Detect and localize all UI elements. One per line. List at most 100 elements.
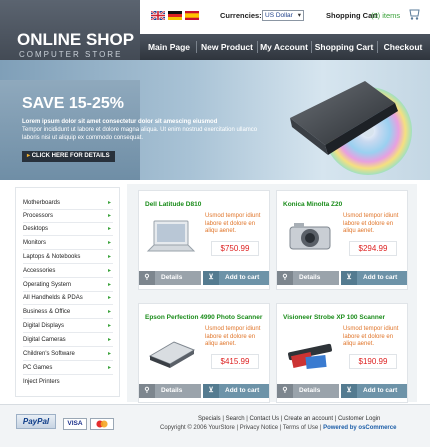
- nav-main-page[interactable]: Main Page: [144, 34, 194, 60]
- magnifier-icon: ⚲: [139, 271, 155, 285]
- logo-title: ONLINE SHOP: [17, 30, 135, 49]
- category-item[interactable]: Business & Office ▸: [23, 306, 113, 319]
- category-label: Children's Software: [23, 351, 75, 357]
- germany-flag-icon[interactable]: [168, 11, 182, 20]
- product-card: Konica Minolta Z20 Usmod tempor idiunt l…: [276, 190, 408, 290]
- product-card: Dell Latitude D810 Usmod tempor idiunt l…: [138, 190, 270, 290]
- category-label: Desktops: [23, 226, 49, 232]
- add-to-cart-label: Add to cart: [225, 274, 260, 281]
- add-to-cart-button[interactable]: ⊻ Add to cart: [341, 384, 407, 398]
- nav-my-account[interactable]: My Account: [258, 34, 310, 60]
- nav-shopping-cart[interactable]: Shopping Cart: [312, 34, 376, 60]
- category-label: Business & Office: [23, 309, 71, 315]
- category-item[interactable]: Accessories ▸: [23, 265, 113, 278]
- add-to-cart-button[interactable]: ⊻ Add to cart: [203, 384, 269, 398]
- product-description: Usmod tempor idiunt labore et dolore en …: [205, 326, 261, 347]
- cart-icon: ⊻: [203, 384, 219, 398]
- uk-flag-icon[interactable]: [151, 11, 165, 20]
- scanner-product-image[interactable]: [282, 328, 338, 372]
- category-item[interactable]: Desktops ▸: [23, 223, 113, 236]
- add-to-cart-label: Add to cart: [363, 387, 398, 394]
- category-label: All Handhelds & PDAs: [23, 295, 83, 301]
- category-item[interactable]: Operating System ▸: [23, 279, 113, 292]
- add-to-cart-button[interactable]: ⊻ Add to cart: [203, 271, 269, 285]
- footer-links[interactable]: Specials | Search | Contact Us | Create …: [198, 416, 380, 422]
- chevron-right-icon: ▸: [107, 254, 111, 260]
- add-to-cart-label: Add to cart: [225, 387, 260, 394]
- product-actions: ⚲ Details ⊻ Add to cart: [139, 384, 271, 398]
- chevron-right-icon: ▸: [107, 240, 111, 246]
- currency-select-value: US Dollar: [265, 12, 293, 19]
- chevron-right-icon: ▸: [107, 309, 111, 315]
- spain-flag-icon[interactable]: [185, 11, 199, 20]
- category-label: Motherboards: [23, 200, 61, 206]
- logo-subtitle: COMPUTER STORE: [19, 50, 123, 59]
- banner-button-label: CLICK HERE FOR DETAILS: [31, 153, 110, 159]
- category-label: Monitors: [23, 240, 47, 246]
- category-item[interactable]: Processors ▸: [23, 210, 113, 223]
- chevron-right-icon: ▸: [107, 282, 111, 288]
- scanner-product-image[interactable]: [144, 328, 200, 372]
- category-item[interactable]: PC Games ▸: [23, 362, 113, 375]
- product-title[interactable]: Visioneer Strobe XP 100 Scanner: [283, 314, 385, 321]
- category-label: Accessories: [23, 268, 56, 274]
- category-item[interactable]: Inject Printers: [23, 376, 113, 389]
- chevron-right-icon: ▸: [107, 200, 111, 206]
- product-actions: ⚲ Details ⊻ Add to cart: [277, 384, 409, 398]
- copyright-text: Copyright © 2006 YourStore | Privacy Not…: [160, 425, 324, 431]
- magnifier-icon: ⚲: [277, 384, 293, 398]
- product-card: Visioneer Strobe XP 100 Scanner Usmod te…: [276, 303, 408, 403]
- powered-by-link[interactable]: Powered by osCommerce: [323, 425, 396, 431]
- product-price: $415.99: [211, 354, 259, 369]
- currencies-label: Currencies:: [220, 11, 262, 20]
- details-button[interactable]: ⚲ Details: [277, 384, 339, 398]
- category-item[interactable]: Motherboards ▸: [23, 197, 113, 210]
- laptop-disc-image: [290, 81, 412, 175]
- product-description: Usmod tempor idiunt labore et dolore en …: [205, 213, 261, 234]
- cart-icon[interactable]: [408, 7, 422, 21]
- laptop-product-image[interactable]: [144, 215, 200, 259]
- add-to-cart-label: Add to cart: [363, 274, 398, 281]
- product-title[interactable]: Dell Latitude D810: [145, 201, 201, 208]
- chevron-right-icon: ▸: [107, 295, 111, 301]
- product-description: Usmod tempor idiunt labore et dolore en …: [343, 213, 399, 234]
- visa-logo: VISA: [63, 418, 87, 430]
- product-actions: ⚲ Details ⊻ Add to cart: [277, 271, 409, 285]
- category-item[interactable]: All Handhelds & PDAs ▸: [23, 292, 113, 305]
- product-title[interactable]: Konica Minolta Z20: [283, 201, 342, 208]
- details-label: Details: [299, 274, 321, 281]
- currency-select[interactable]: US Dollar ▾: [262, 10, 304, 21]
- click-here-for-details-button[interactable]: ▸ CLICK HERE FOR DETAILS: [22, 151, 115, 162]
- nav-new-product[interactable]: New Product: [198, 34, 256, 60]
- details-button[interactable]: ⚲ Details: [139, 384, 201, 398]
- category-item[interactable]: Digital Displays ▸: [23, 320, 113, 333]
- details-button[interactable]: ⚲ Details: [277, 271, 339, 285]
- category-sidebar: Motherboards ▸ Processors ▸ Desktops ▸ Moni…: [15, 187, 120, 397]
- category-item[interactable]: Monitors ▸: [23, 237, 113, 250]
- chevron-right-icon: ▸: [107, 213, 111, 219]
- cart-count: (0) items: [371, 11, 401, 20]
- camera-product-image[interactable]: [282, 215, 338, 259]
- main-nav: Main Page New Product My Account Shoppin…: [140, 34, 430, 60]
- chevron-right-icon: ▸: [107, 365, 111, 371]
- add-to-cart-button[interactable]: ⊻ Add to cart: [341, 271, 407, 285]
- details-label: Details: [299, 387, 321, 394]
- nav-divider: [196, 41, 197, 53]
- category-item[interactable]: Digital Cameras ▸: [23, 334, 113, 347]
- banner-copy-bold: Lorem ipsum dolor sit amet consectetur d…: [22, 119, 218, 125]
- chevron-down-icon: ▾: [297, 12, 301, 19]
- product-card: Epson Perfection 4990 Photo Scanner Usmo…: [138, 303, 270, 403]
- product-title[interactable]: Epson Perfection 4990 Photo Scanner: [145, 314, 262, 321]
- product-price: $750.99: [211, 241, 259, 256]
- nav-checkout[interactable]: Checkout: [378, 34, 428, 60]
- product-actions: ⚲ Details ⊻ Add to cart: [139, 271, 271, 285]
- cart-icon: ⊻: [341, 271, 357, 285]
- details-button[interactable]: ⚲ Details: [139, 271, 201, 285]
- category-label: Laptops & Notebooks: [23, 254, 81, 260]
- category-item[interactable]: Laptops & Notebooks ▸: [23, 251, 113, 264]
- magnifier-icon: ⚲: [277, 271, 293, 285]
- category-item[interactable]: Children's Software ▸: [23, 348, 113, 361]
- category-label: Digital Displays: [23, 323, 65, 329]
- details-label: Details: [161, 274, 183, 281]
- shopping-cart-link[interactable]: Shopping Cart: [326, 11, 378, 20]
